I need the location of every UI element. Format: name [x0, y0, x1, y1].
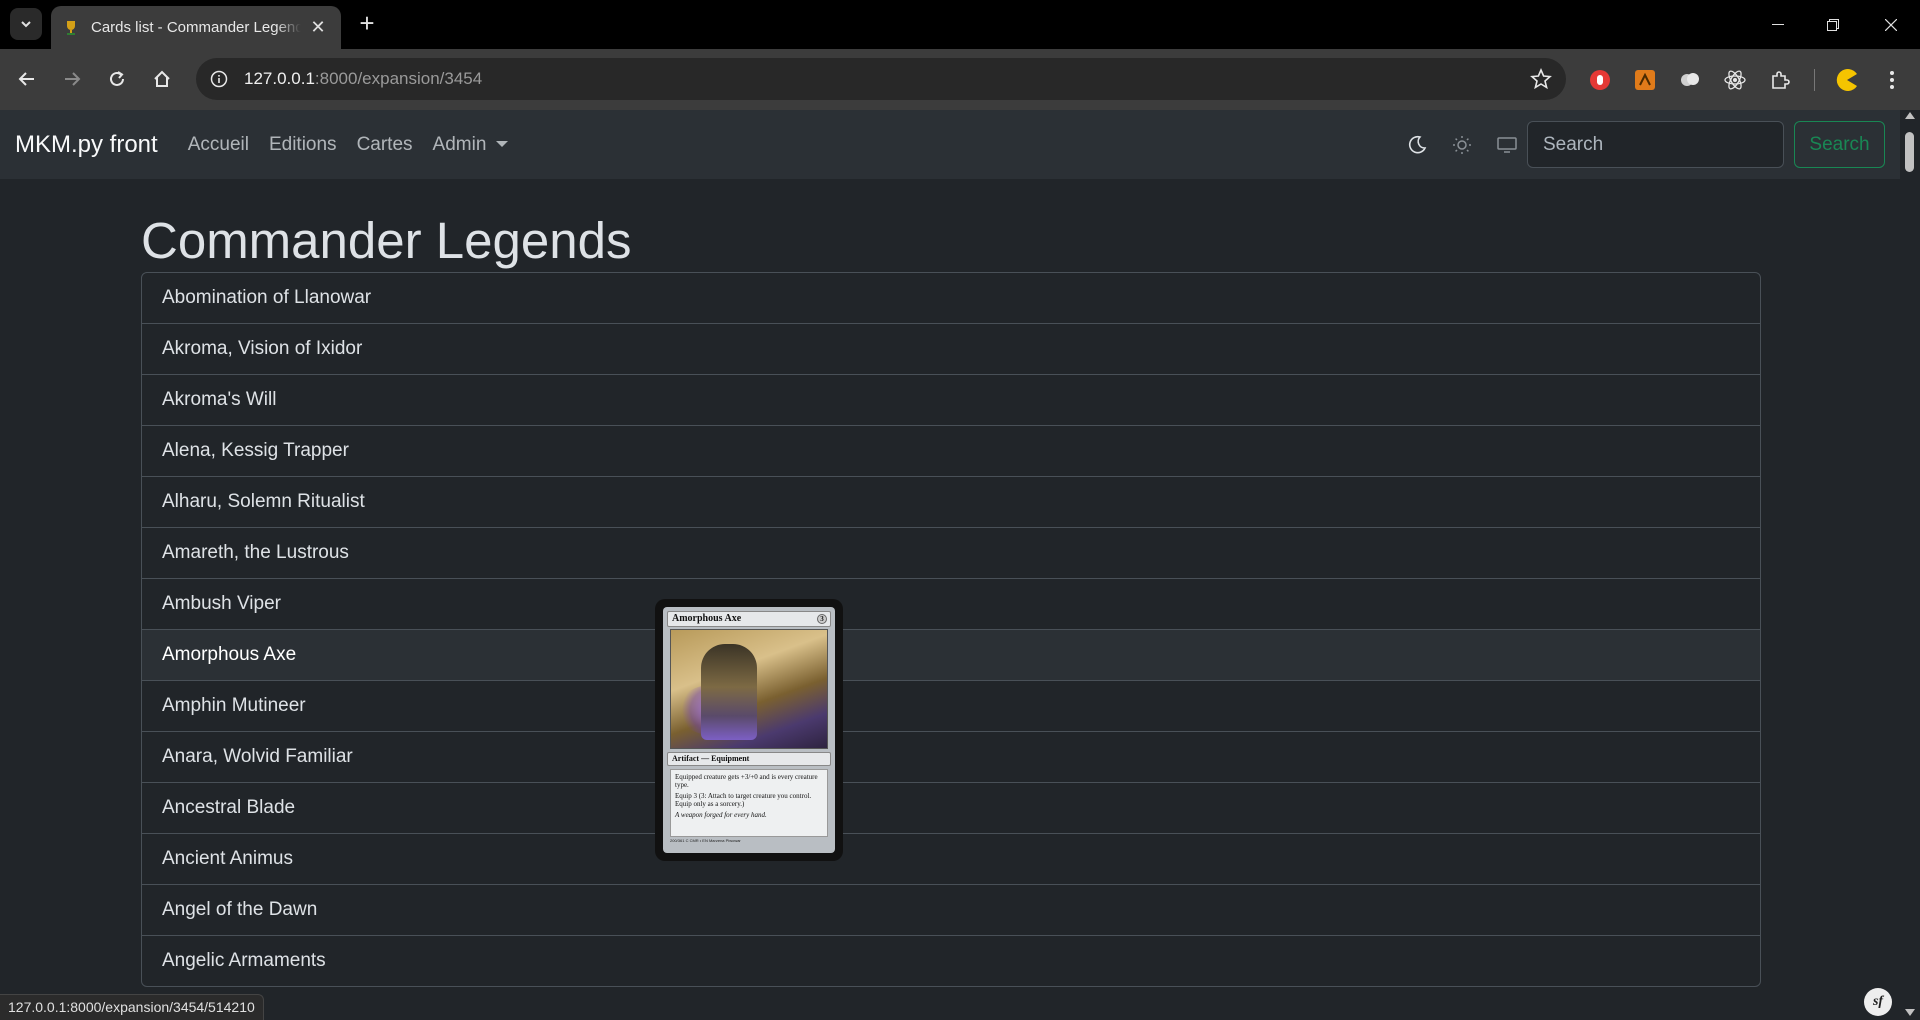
page-title: Commander Legends	[141, 212, 632, 269]
home-icon	[154, 70, 170, 87]
card-list: Abomination of Llanowar Akroma, Vision of…	[141, 272, 1761, 987]
address-bar[interactable]: 127.0.0.1:8000/expansion/3454	[196, 58, 1566, 100]
web-page: MKM.py front Accueil Editions Cartes Adm…	[0, 110, 1900, 1020]
card-name: Amorphous Axe 3	[667, 611, 831, 627]
card-rules-line: Equipped creature gets +3/+0 and is ever…	[675, 773, 818, 789]
orange-extension-icon[interactable]	[1632, 67, 1658, 93]
adblock-extension-icon[interactable]	[1587, 67, 1613, 93]
card-list-item[interactable]: Amorphous Axe	[142, 629, 1760, 680]
card-list-item[interactable]: Amareth, the Lustrous	[142, 527, 1760, 578]
arrow-right-icon	[65, 72, 81, 86]
navbar-brand[interactable]: MKM.py front	[15, 131, 158, 159]
cloud-extension-icon[interactable]	[1677, 67, 1703, 93]
arrow-left-icon	[18, 72, 34, 86]
card-list-item[interactable]: Ancestral Blade	[142, 782, 1760, 833]
site-info-icon[interactable]	[208, 68, 230, 90]
back-button[interactable]	[11, 63, 43, 95]
react-devtools-icon[interactable]	[1722, 67, 1748, 93]
forward-button[interactable]	[56, 63, 88, 95]
bookmark-star-icon[interactable]	[1530, 67, 1552, 90]
minimize-window-icon[interactable]	[1750, 0, 1806, 49]
caret-down-icon	[496, 141, 509, 148]
restore-window-icon[interactable]	[1805, 0, 1861, 49]
tab-title: Cards list - Commander Legends	[91, 19, 301, 36]
home-button[interactable]	[146, 63, 178, 95]
navbar-links: Accueil Editions Cartes Admin	[188, 134, 529, 156]
trophy-favicon-icon	[63, 20, 79, 36]
card-list-item[interactable]: Angelic Armaments	[142, 935, 1760, 986]
auto-theme-monitor-icon[interactable]	[1496, 134, 1518, 156]
scroll-thumb[interactable]	[1905, 132, 1914, 172]
card-list-item[interactable]: Akroma, Vision of Ixidor	[142, 323, 1760, 374]
reload-icon	[110, 71, 124, 86]
close-tab-icon[interactable]: ✕	[307, 17, 329, 38]
card-flavor-text: A weapon forged for every hand.	[675, 811, 767, 819]
site-navbar: MKM.py front Accueil Editions Cartes Adm…	[0, 110, 1900, 179]
url-path: :8000/expansion/3454	[314, 69, 483, 88]
card-name-text: Amorphous Axe	[672, 613, 742, 624]
toolbar-divider	[1814, 69, 1815, 91]
card-artwork	[670, 629, 828, 749]
profile-avatar-icon[interactable]	[1834, 67, 1860, 93]
card-list-item[interactable]: Abomination of Llanowar	[142, 273, 1760, 323]
card-rules-line: Equip 3 (3: Attach to target creature yo…	[675, 792, 812, 808]
card-list-item[interactable]: Angel of the Dawn	[142, 884, 1760, 935]
nav-link-admin-label: Admin	[432, 133, 487, 155]
card-list-item[interactable]: Ambush Viper	[142, 578, 1760, 629]
tab-search-button[interactable]	[10, 8, 42, 40]
navbar-search-button[interactable]: Search	[1794, 121, 1885, 168]
url-host: 127.0.0.1	[244, 69, 315, 88]
card-list-item[interactable]: Ancient Animus	[142, 833, 1760, 884]
dark-theme-moon-icon[interactable]	[1406, 134, 1428, 156]
browser-tab-active[interactable]: Cards list - Commander Legends ✕	[51, 6, 341, 49]
scroll-up-arrow-icon[interactable]	[1905, 112, 1915, 119]
extensions-puzzle-icon[interactable]	[1767, 67, 1793, 93]
nav-link-accueil[interactable]: Accueil	[188, 134, 249, 156]
page-scrollbar[interactable]	[1900, 110, 1920, 1020]
card-list-item[interactable]: Amphin Mutineer	[142, 680, 1760, 731]
symfony-toolbar-icon[interactable]: sf	[1864, 988, 1892, 1016]
card-frame: Amorphous Axe 3 Artifact — Equipment Equi…	[663, 607, 835, 853]
nav-dropdown-admin[interactable]: Admin	[433, 134, 509, 156]
card-image-preview: Amorphous Axe 3 Artifact — Equipment Equi…	[655, 599, 843, 861]
scroll-down-arrow-icon[interactable]	[1905, 1009, 1915, 1016]
nav-link-editions[interactable]: Editions	[269, 134, 337, 156]
link-status-bubble: 127.0.0.1:8000/expansion/3454/514210	[0, 994, 264, 1020]
card-list-item[interactable]: Alena, Kessig Trapper	[142, 425, 1760, 476]
chevron-down-icon	[21, 21, 31, 28]
close-window-icon[interactable]	[1863, 0, 1919, 49]
browser-toolbar: 127.0.0.1:8000/expansion/3454	[0, 49, 1920, 110]
card-list-item[interactable]: Alharu, Solemn Ritualist	[142, 476, 1760, 527]
browser-menu-icon[interactable]	[1879, 67, 1905, 93]
light-theme-sun-icon[interactable]	[1451, 134, 1473, 156]
card-list-item[interactable]: Anara, Wolvid Familiar	[142, 731, 1760, 782]
card-type-line: Artifact — Equipment	[667, 752, 831, 766]
reload-button[interactable]	[101, 63, 133, 95]
card-list-item[interactable]: Akroma's Will	[142, 374, 1760, 425]
browser-tabstrip: Cards list - Commander Legends ✕ +	[0, 0, 1920, 49]
card-mana-cost: 3	[817, 614, 827, 624]
url-text: 127.0.0.1:8000/expansion/3454	[244, 69, 482, 89]
card-rules-box: Equipped creature gets +3/+0 and is ever…	[670, 769, 828, 837]
navbar-search-input[interactable]	[1527, 121, 1784, 168]
new-tab-button[interactable]: +	[353, 10, 381, 38]
nav-link-cartes[interactable]: Cartes	[357, 134, 413, 156]
main-container: Commander Legends Abomination of Llanowa…	[141, 179, 1761, 987]
card-footer: 200/361 C CMR • EN Marzena Piwowar	[670, 838, 741, 843]
